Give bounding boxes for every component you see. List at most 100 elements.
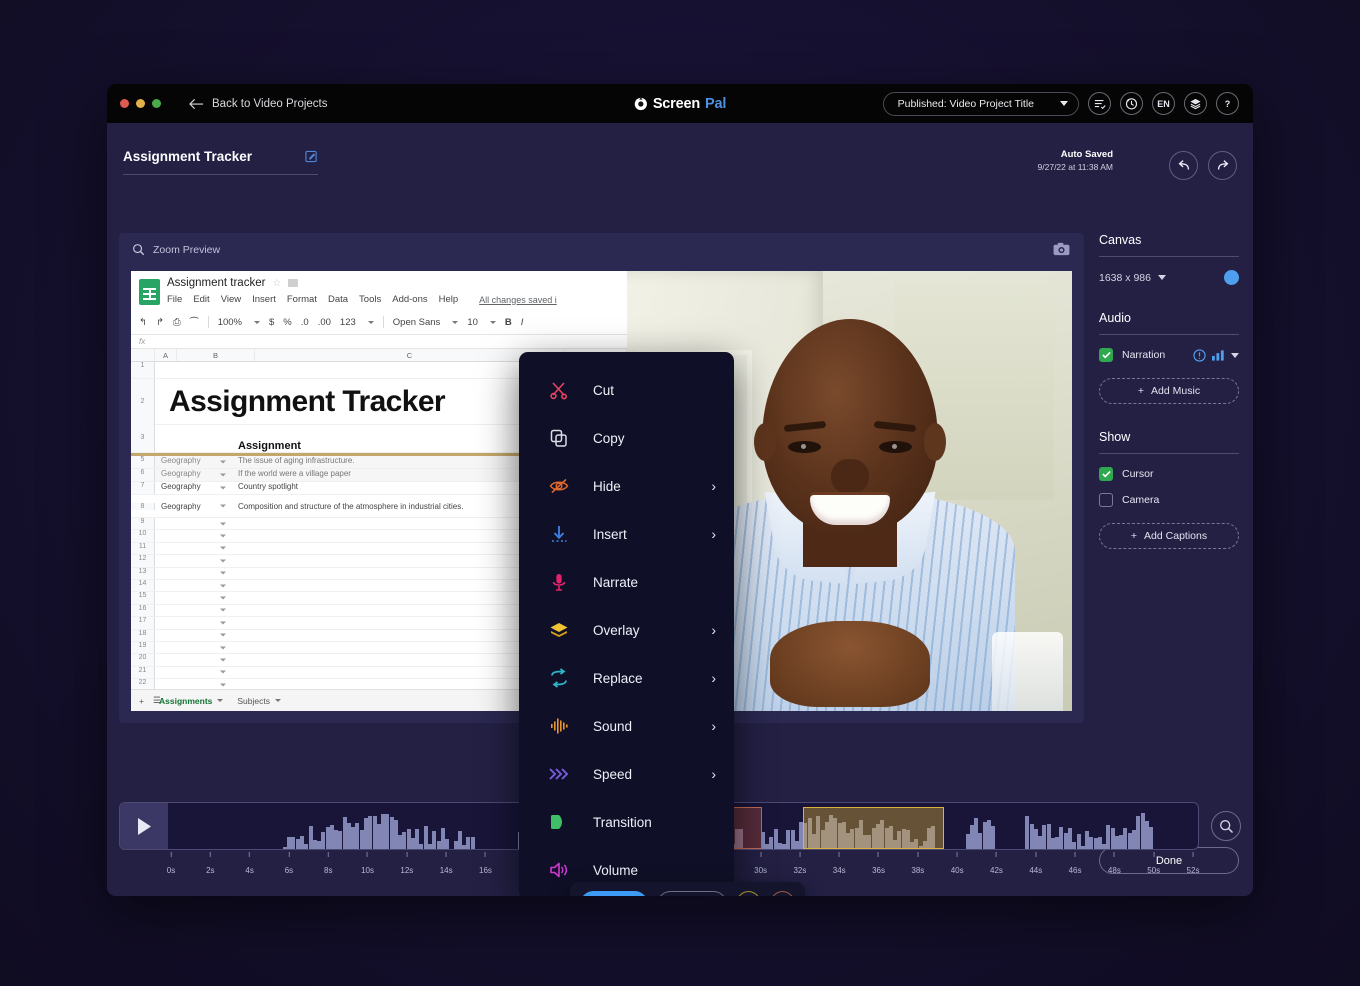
redo-button[interactable] bbox=[1208, 151, 1237, 180]
paint-format-icon[interactable]: ⏜ bbox=[190, 317, 199, 328]
increase-decimal-icon[interactable]: .00 bbox=[318, 317, 331, 328]
cell[interactable] bbox=[233, 617, 565, 628]
minimize-window-button[interactable] bbox=[136, 99, 145, 108]
cell[interactable] bbox=[233, 605, 565, 616]
cell[interactable] bbox=[233, 543, 565, 554]
cell[interactable] bbox=[233, 580, 565, 591]
row-number[interactable]: 15 bbox=[131, 592, 155, 604]
italic-icon[interactable]: I bbox=[521, 317, 524, 328]
canvas-color-swatch[interactable] bbox=[1224, 270, 1239, 285]
row-number[interactable]: 12 bbox=[131, 555, 155, 567]
canvas-size-select[interactable]: 1638 x 986 bbox=[1099, 272, 1166, 284]
zoom-preview-button[interactable]: Zoom Preview bbox=[132, 243, 220, 256]
menu-item-speed[interactable]: Speed › bbox=[519, 750, 734, 798]
cell-assignment[interactable]: The issue of aging infrastructure. bbox=[233, 456, 565, 468]
undo-button[interactable] bbox=[1169, 151, 1198, 180]
add-captions-button[interactable]: + Add Captions bbox=[1099, 523, 1239, 549]
cell[interactable] bbox=[155, 543, 233, 554]
tools-button[interactable]: Tools bbox=[580, 891, 648, 896]
cell[interactable] bbox=[155, 617, 233, 628]
info-icon[interactable] bbox=[1193, 348, 1206, 362]
cursor-tool-button[interactable] bbox=[769, 891, 795, 896]
cell-subject[interactable]: Geography bbox=[155, 469, 233, 481]
cell[interactable] bbox=[155, 568, 233, 579]
audio-level-icon[interactable] bbox=[1212, 349, 1225, 361]
cell-assignment[interactable]: Country spotlight bbox=[233, 482, 565, 494]
row-number[interactable]: 9 bbox=[131, 518, 155, 530]
zoom-select[interactable]: 100% bbox=[218, 317, 260, 328]
cell[interactable] bbox=[155, 518, 233, 529]
row-number[interactable]: 11 bbox=[131, 542, 155, 555]
cell[interactable] bbox=[155, 530, 233, 541]
row-number[interactable]: 16 bbox=[131, 604, 155, 617]
menu-tools[interactable]: Tools bbox=[359, 294, 381, 305]
percent-icon[interactable]: % bbox=[283, 317, 291, 328]
camera-checkbox[interactable] bbox=[1099, 493, 1113, 507]
cell[interactable] bbox=[233, 642, 565, 653]
maximize-window-button[interactable] bbox=[152, 99, 161, 108]
redo-icon[interactable]: ↱ bbox=[156, 317, 164, 328]
timeline-zoom-button[interactable] bbox=[1211, 811, 1241, 841]
number-format-select[interactable]: 123 bbox=[340, 317, 374, 328]
cell[interactable] bbox=[233, 630, 565, 641]
row-number[interactable]: 2 bbox=[131, 378, 155, 425]
cell[interactable] bbox=[155, 654, 233, 665]
menu-item-overlay[interactable]: Overlay › bbox=[519, 606, 734, 654]
menu-view[interactable]: View bbox=[221, 294, 241, 305]
row-number[interactable]: 17 bbox=[131, 617, 155, 629]
show-cursor-row[interactable]: Cursor bbox=[1099, 467, 1239, 481]
cell[interactable] bbox=[155, 630, 233, 641]
camera-icon[interactable] bbox=[1053, 242, 1070, 261]
add-music-button[interactable]: + Add Music bbox=[1099, 378, 1239, 404]
cell-subject[interactable]: Geography bbox=[155, 456, 233, 468]
formula-bar[interactable]: fx bbox=[131, 335, 627, 349]
row-number[interactable]: 5 bbox=[131, 456, 155, 468]
row-number[interactable]: 13 bbox=[131, 567, 155, 579]
menu-edit[interactable]: Edit bbox=[193, 294, 209, 305]
cell[interactable] bbox=[233, 530, 565, 541]
row-number[interactable]: 8 bbox=[131, 502, 155, 510]
cell[interactable] bbox=[155, 555, 233, 566]
narration-item[interactable]: Narration bbox=[1099, 348, 1165, 362]
cursor-checkbox[interactable] bbox=[1099, 467, 1113, 481]
column-a[interactable]: A bbox=[155, 349, 177, 361]
menu-item-replace[interactable]: Replace › bbox=[519, 654, 734, 702]
cell[interactable] bbox=[155, 667, 233, 678]
print-icon[interactable]: ⎙ bbox=[173, 317, 181, 328]
cell-subject[interactable]: Geography bbox=[155, 482, 233, 494]
menu-item-cut[interactable]: Cut bbox=[519, 366, 734, 414]
cell-subject[interactable]: Geography bbox=[155, 502, 233, 511]
cell[interactable] bbox=[155, 592, 233, 603]
play-button[interactable] bbox=[120, 803, 168, 849]
window-controls[interactable] bbox=[120, 99, 161, 108]
cell[interactable] bbox=[155, 580, 233, 591]
cell[interactable] bbox=[233, 667, 565, 678]
cell[interactable] bbox=[233, 555, 565, 566]
sheet-tab-subjects[interactable]: Subjects bbox=[237, 696, 281, 706]
menu-item-copy[interactable]: Copy bbox=[519, 414, 734, 462]
menu-insert[interactable]: Insert bbox=[252, 294, 276, 305]
cell[interactable] bbox=[155, 605, 233, 616]
font-select[interactable]: Open Sans bbox=[393, 317, 459, 328]
close-window-button[interactable] bbox=[120, 99, 129, 108]
cell[interactable] bbox=[233, 568, 565, 579]
cell[interactable] bbox=[233, 654, 565, 665]
menu-item-hide[interactable]: Hide › bbox=[519, 462, 734, 510]
menu-item-transition[interactable]: Transition bbox=[519, 798, 734, 846]
history-icon[interactable] bbox=[1120, 92, 1143, 115]
row-number[interactable]: 10 bbox=[131, 530, 155, 542]
row-number[interactable]: 7 bbox=[131, 482, 155, 494]
back-to-video-projects-button[interactable]: Back to Video Projects bbox=[189, 98, 328, 110]
font-size-select[interactable]: 10 bbox=[467, 317, 496, 328]
menu-item-narrate[interactable]: Narrate bbox=[519, 558, 734, 606]
menu-format[interactable]: Format bbox=[287, 294, 317, 305]
menu-item-sound[interactable]: Sound › bbox=[519, 702, 734, 750]
cell[interactable] bbox=[233, 592, 565, 603]
project-title-field[interactable]: Assignment Tracker bbox=[123, 149, 318, 175]
row-number[interactable]: 18 bbox=[131, 629, 155, 641]
bold-icon[interactable]: B bbox=[505, 317, 512, 328]
undo-icon[interactable]: ↰ bbox=[139, 317, 147, 328]
menu-item-insert[interactable]: Insert › bbox=[519, 510, 734, 558]
row-number[interactable]: 1 bbox=[131, 362, 155, 378]
help-icon[interactable]: ? bbox=[1216, 92, 1239, 115]
